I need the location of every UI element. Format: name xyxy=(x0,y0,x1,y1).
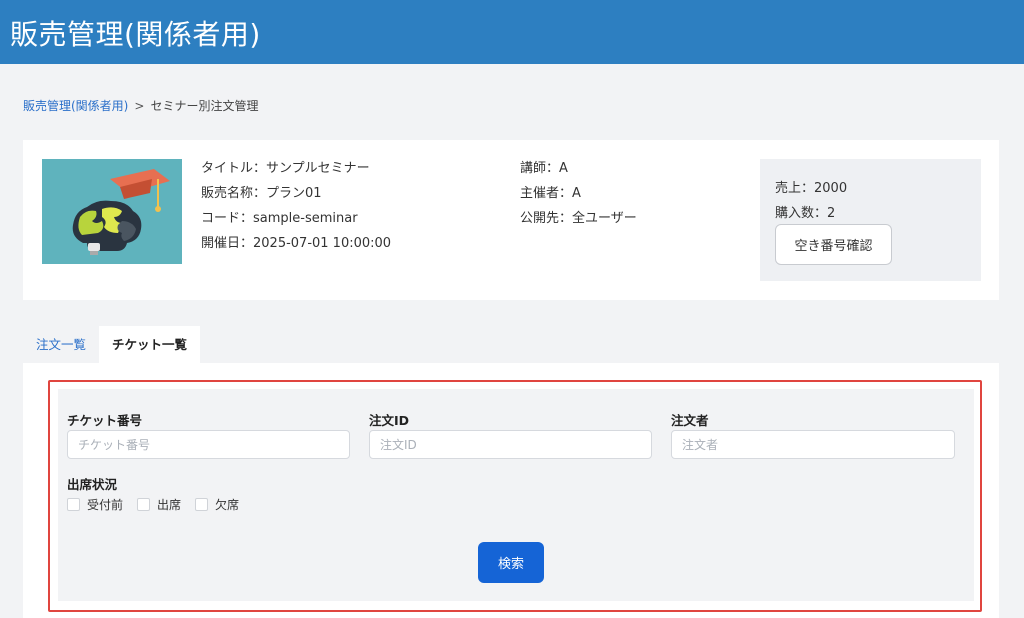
attendance-options: 受付前 出席 欠席 xyxy=(67,496,253,513)
check-available-numbers-button[interactable]: 空き番号確認 xyxy=(775,224,892,265)
chevron-right-icon: > xyxy=(134,98,145,113)
order-id-input[interactable] xyxy=(369,430,652,459)
attendance-absent-label: 欠席 xyxy=(215,498,240,512)
attendance-before-label: 受付前 xyxy=(87,498,124,512)
attendance-label: 出席状況 xyxy=(67,477,118,492)
seminar-card: タイトル：サンプルセミナー 販売名称：プラン01 コード：sample-semi… xyxy=(23,140,999,300)
sales-total: 売上：2000 xyxy=(775,181,848,196)
sales-summary: 売上：2000 購入数：2 空き番号確認 xyxy=(760,159,981,281)
seminar-thumbnail xyxy=(42,159,182,264)
orderer-label: 注文者 xyxy=(671,413,709,428)
breadcrumb-link-sales[interactable]: 販売管理(関係者用) xyxy=(23,97,128,114)
attendance-before-checkbox[interactable] xyxy=(67,498,80,511)
seminar-info-secondary: 講師：A 主催者：A 公開先：全ユーザー xyxy=(520,160,637,235)
attendance-present-checkbox[interactable] xyxy=(137,498,151,511)
orderer-input[interactable] xyxy=(671,430,955,459)
ticket-number-input[interactable] xyxy=(67,430,350,459)
seminar-visibility: 公開先：全ユーザー xyxy=(520,211,637,226)
attendance-absent-checkbox[interactable] xyxy=(195,498,209,511)
app-title: 販売管理(関係者用) xyxy=(10,18,261,51)
app-header: 販売管理(関係者用) xyxy=(0,0,1024,64)
tab-bar: 注文一覧 チケット一覧 xyxy=(23,326,201,363)
seminar-instructor: 講師：A xyxy=(520,161,568,176)
tab-orders[interactable]: 注文一覧 xyxy=(23,326,99,363)
attendance-present-label: 出席 xyxy=(157,498,182,512)
seminar-info-primary: タイトル：サンプルセミナー 販売名称：プラン01 コード：sample-semi… xyxy=(201,160,391,260)
breadcrumb: 販売管理(関係者用) > セミナー別注文管理 xyxy=(23,97,258,114)
ticket-number-label: チケット番号 xyxy=(67,413,143,428)
seminar-title: タイトル：サンプルセミナー xyxy=(201,161,370,176)
search-button[interactable]: 検索 xyxy=(478,542,544,583)
breadcrumb-current: セミナー別注文管理 xyxy=(150,99,259,113)
seminar-code: コード：sample-seminar xyxy=(201,211,358,226)
order-id-label: 注文ID xyxy=(369,413,410,428)
tab-tickets[interactable]: チケット一覧 xyxy=(99,326,201,363)
seminar-date: 開催日：2025-07-01 10:00:00 xyxy=(201,236,392,251)
seminar-organizer: 主催者：A xyxy=(520,186,581,201)
purchase-count: 購入数：2 xyxy=(775,206,836,221)
seminar-plan: 販売名称：プラン01 xyxy=(201,186,322,201)
